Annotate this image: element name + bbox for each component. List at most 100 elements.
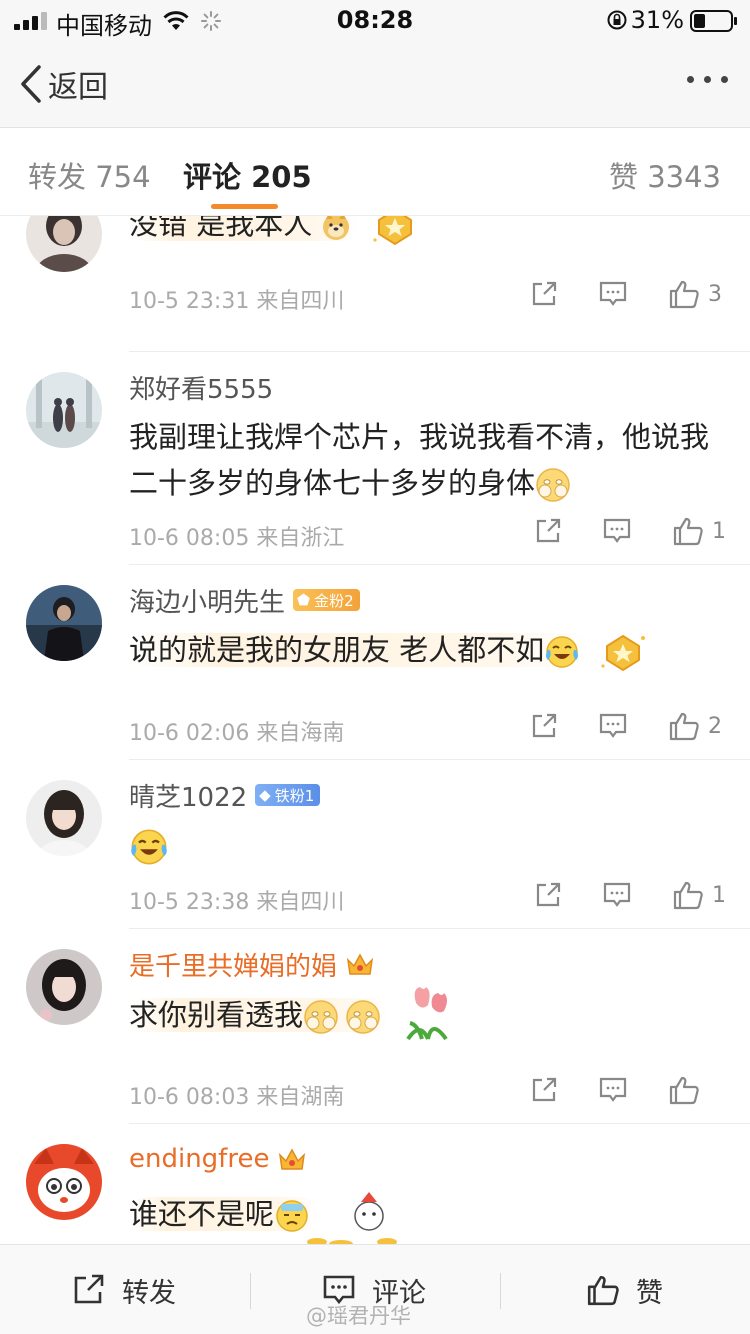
comment-meta: 10-6 02:06 来自海南: [129, 721, 345, 746]
comment-author[interactable]: 晴芝1022: [129, 777, 247, 814]
like-icon: [669, 712, 699, 741]
comment-text: 没错 是我本人: [129, 216, 729, 248]
hehe-emoji: [304, 1000, 338, 1034]
battery-percent: 31%: [630, 6, 684, 34]
like-button[interactable]: [668, 1075, 722, 1105]
reply-button[interactable]: [602, 881, 632, 909]
comment-actions: 2: [490, 711, 722, 741]
back-button[interactable]: 返回: [20, 64, 108, 105]
share-button[interactable]: [534, 517, 562, 545]
like-button[interactable]: 1: [672, 880, 726, 910]
gold-coins-sticker: [307, 1192, 398, 1244]
avatar[interactable]: [26, 216, 102, 272]
comment-text: 说的就是我的女朋友 老人都不如: [129, 627, 729, 674]
comment-item: 没错 是我本人 10-5 23:31 来自四川 3: [0, 216, 750, 352]
comment-meta: 10-5 23:31 来自四川: [129, 289, 345, 314]
doge-emoji: [323, 216, 350, 240]
reply-button[interactable]: [598, 712, 628, 740]
comment-author[interactable]: endingfree: [129, 1144, 269, 1174]
battery-icon: [690, 10, 737, 32]
comment-text: [129, 822, 729, 868]
comment-icon: [599, 1077, 627, 1102]
like-icon: [673, 881, 703, 910]
like-button[interactable]: 3: [668, 279, 722, 309]
reply-button[interactable]: [598, 280, 628, 308]
comment-icon: [599, 281, 627, 306]
fan-badge[interactable]: ⬟ 金粉2: [293, 589, 360, 611]
share-icon: [74, 1274, 104, 1304]
like-icon: [669, 280, 699, 309]
repost-button[interactable]: 转发: [72, 1245, 176, 1334]
avatar[interactable]: [26, 585, 102, 661]
like-button[interactable]: 2: [668, 711, 722, 741]
like-icon: [669, 1076, 699, 1105]
avatar[interactable]: [26, 780, 102, 856]
rotation-lock-icon: [607, 10, 627, 30]
comment-item: 海边小明先生 ⬟ 金粉2 说的就是我的女朋友 老人都不如 10-6 02:06 来…: [0, 565, 750, 759]
laugh-cry-emoji: [131, 829, 167, 865]
crown-icon[interactable]: [345, 950, 375, 978]
share-button[interactable]: [530, 712, 558, 740]
like-label: 赞: [636, 1277, 663, 1309]
back-label: 返回: [48, 70, 108, 105]
nav-bar: 返回: [0, 40, 750, 128]
comment-author[interactable]: 是千里共婵娟的娟: [129, 946, 337, 983]
avatar[interactable]: [26, 949, 102, 1025]
share-button[interactable]: [530, 280, 558, 308]
diamond-icon: ◆: [259, 786, 271, 804]
more-icon: [687, 76, 694, 83]
comment-list[interactable]: 没错 是我本人 10-5 23:31 来自四川 3 郑好看5555 我副理让我焊…: [0, 216, 750, 1244]
like-icon: [587, 1275, 619, 1306]
hehe-emoji: [536, 468, 570, 502]
share-icon: [536, 882, 561, 907]
medal-icon: [601, 634, 646, 672]
status-bar: 中国移动 08:28 31%: [0, 0, 750, 40]
comment-actions: [490, 1075, 722, 1105]
watermark: @瑶君丹华: [306, 1304, 411, 1328]
reply-button[interactable]: [602, 517, 632, 545]
comment-meta: 10-6 08:05 来自浙江: [129, 526, 345, 551]
like-count: 2: [708, 713, 722, 739]
share-button[interactable]: [534, 881, 562, 909]
tab-reposts[interactable]: 转发 754: [28, 154, 151, 196]
comment-icon: [603, 882, 631, 907]
share-button[interactable]: [530, 1076, 558, 1104]
tab-likes[interactable]: 赞 3343: [609, 154, 721, 196]
comment-actions: 1: [494, 516, 726, 546]
share-icon: [532, 713, 557, 738]
medal-icon: [373, 216, 412, 246]
share-icon: [532, 1077, 557, 1102]
like-count: 1: [712, 518, 726, 544]
comment-actions: 1: [494, 880, 726, 910]
more-options-button[interactable]: [687, 76, 728, 83]
gold-gem-icon: ⬟: [297, 591, 311, 609]
comment-item: endingfree 谁还不是呢: [0, 1124, 750, 1244]
back-chevron-icon: [21, 65, 41, 103]
comment-actions: 3: [490, 279, 722, 309]
reply-button[interactable]: [598, 1076, 628, 1104]
comment-text: 我副理让我焊个芯片，我说我看不清，他说我二十多岁的身体七十多岁的身体: [129, 414, 729, 506]
comment-meta: 10-5 23:38 来自四川: [129, 890, 345, 915]
active-tab-indicator: [211, 204, 278, 209]
separator: [250, 1273, 251, 1309]
share-icon: [532, 281, 557, 306]
avatar[interactable]: [26, 1144, 102, 1220]
like-post-button[interactable]: 赞: [586, 1245, 663, 1334]
comment-author[interactable]: 郑好看5555: [129, 369, 273, 406]
comment-author[interactable]: 海边小明先生: [129, 582, 285, 619]
like-icon: [673, 517, 703, 546]
repost-label: 转发: [122, 1277, 176, 1309]
comment-meta: 10-6 08:03 来自湖南: [129, 1085, 345, 1110]
tab-comments[interactable]: 评论 205: [183, 154, 312, 196]
laugh-cry-emoji: [546, 636, 579, 668]
share-icon: [536, 518, 561, 543]
tulip-sticker: [406, 987, 448, 1041]
like-count: 1: [712, 882, 726, 908]
like-button[interactable]: 1: [672, 516, 726, 546]
crown-icon[interactable]: [277, 1145, 307, 1173]
tab-bar: 转发 754 评论 205 赞 3343: [0, 128, 750, 216]
fan-badge[interactable]: ◆ 铁粉1: [255, 784, 321, 806]
like-count: 3: [708, 281, 722, 307]
avatar[interactable]: [26, 372, 102, 448]
comment-item: 是千里共婵娟的娟 求你别看透我 10-6 08:03 来自湖南: [0, 929, 750, 1123]
